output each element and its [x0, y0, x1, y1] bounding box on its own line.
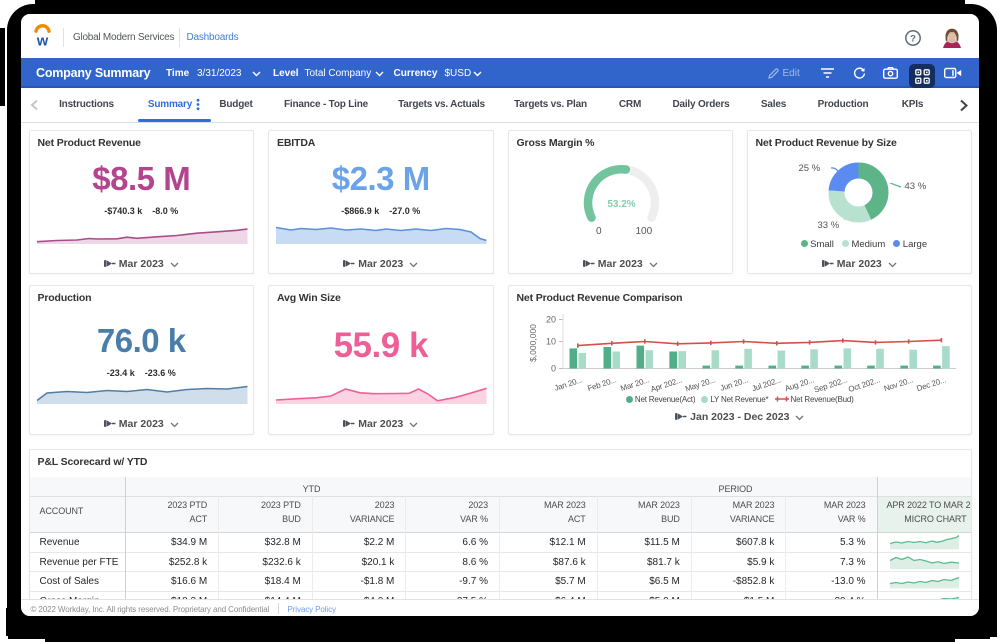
svg-text:Jul 202...: Jul 202... [750, 375, 782, 393]
svg-text:Apr 202...: Apr 202... [649, 375, 683, 393]
svg-text:10: 10 [545, 336, 555, 346]
svg-text:$,000,000: $,000,000 [528, 323, 538, 361]
svg-text:May 20...: May 20... [684, 375, 716, 393]
svg-text:53.2%: 53.2% [607, 199, 635, 210]
svg-text:20: 20 [545, 314, 555, 324]
svg-text:Oct 202...: Oct 202... [847, 375, 881, 393]
svg-text:Mar 20...: Mar 20... [619, 375, 650, 393]
svg-text:Dec 20...: Dec 20... [915, 375, 947, 393]
svg-text:Jun 20...: Jun 20... [718, 375, 748, 392]
svg-text:w: w [36, 34, 49, 48]
svg-text:Nov 20...: Nov 20... [882, 375, 914, 393]
svg-text:Aug 20...: Aug 20... [783, 375, 815, 393]
svg-text:Sep 202...: Sep 202... [812, 375, 848, 393]
svg-text:Jan 20...: Jan 20... [553, 375, 583, 392]
svg-text:Feb 20...: Feb 20... [586, 375, 617, 393]
svg-text:0: 0 [550, 363, 555, 373]
svg-text:?: ? [910, 33, 916, 44]
